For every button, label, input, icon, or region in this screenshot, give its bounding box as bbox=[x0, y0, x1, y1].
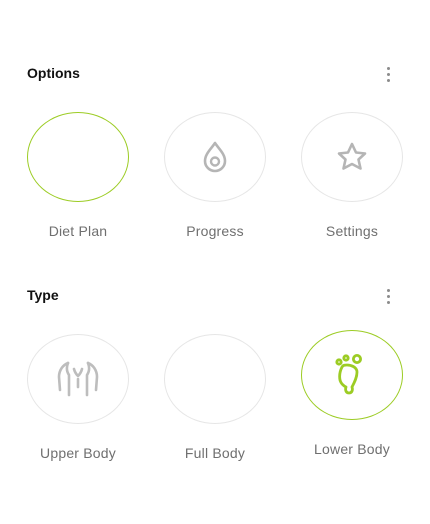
type-card-lower-body[interactable]: Lower Body bbox=[301, 330, 403, 457]
diet-plan-circle[interactable] bbox=[27, 112, 129, 202]
options-more-icon[interactable] bbox=[380, 64, 396, 84]
settings-circle[interactable] bbox=[301, 112, 403, 202]
upper-body-circle[interactable] bbox=[27, 334, 129, 424]
progress-circle[interactable] bbox=[164, 112, 266, 202]
option-card-diet-plan[interactable]: Diet Plan bbox=[27, 112, 129, 239]
type-card-full-body[interactable]: Full Body bbox=[164, 334, 266, 461]
upper-body-icon bbox=[54, 357, 102, 401]
lower-body-circle[interactable] bbox=[301, 330, 403, 420]
diet-plan-label: Diet Plan bbox=[48, 223, 108, 239]
star-icon bbox=[334, 140, 370, 174]
option-card-settings[interactable]: Settings bbox=[301, 112, 403, 239]
footprint-icon bbox=[332, 353, 372, 397]
upper-body-label: Upper Body bbox=[40, 445, 116, 461]
option-card-progress[interactable]: Progress bbox=[164, 112, 266, 239]
lower-body-label: Lower Body bbox=[314, 441, 390, 457]
full-body-label: Full Body bbox=[184, 445, 246, 461]
type-card-upper-body[interactable]: Upper Body bbox=[27, 334, 129, 461]
settings-label: Settings bbox=[325, 223, 379, 239]
progress-label: Progress bbox=[186, 223, 244, 239]
options-section-title: Options bbox=[27, 65, 80, 81]
type-more-icon[interactable] bbox=[380, 286, 396, 306]
water-drop-icon bbox=[200, 140, 230, 174]
type-section-title: Type bbox=[27, 287, 59, 303]
full-body-circle[interactable] bbox=[164, 334, 266, 424]
